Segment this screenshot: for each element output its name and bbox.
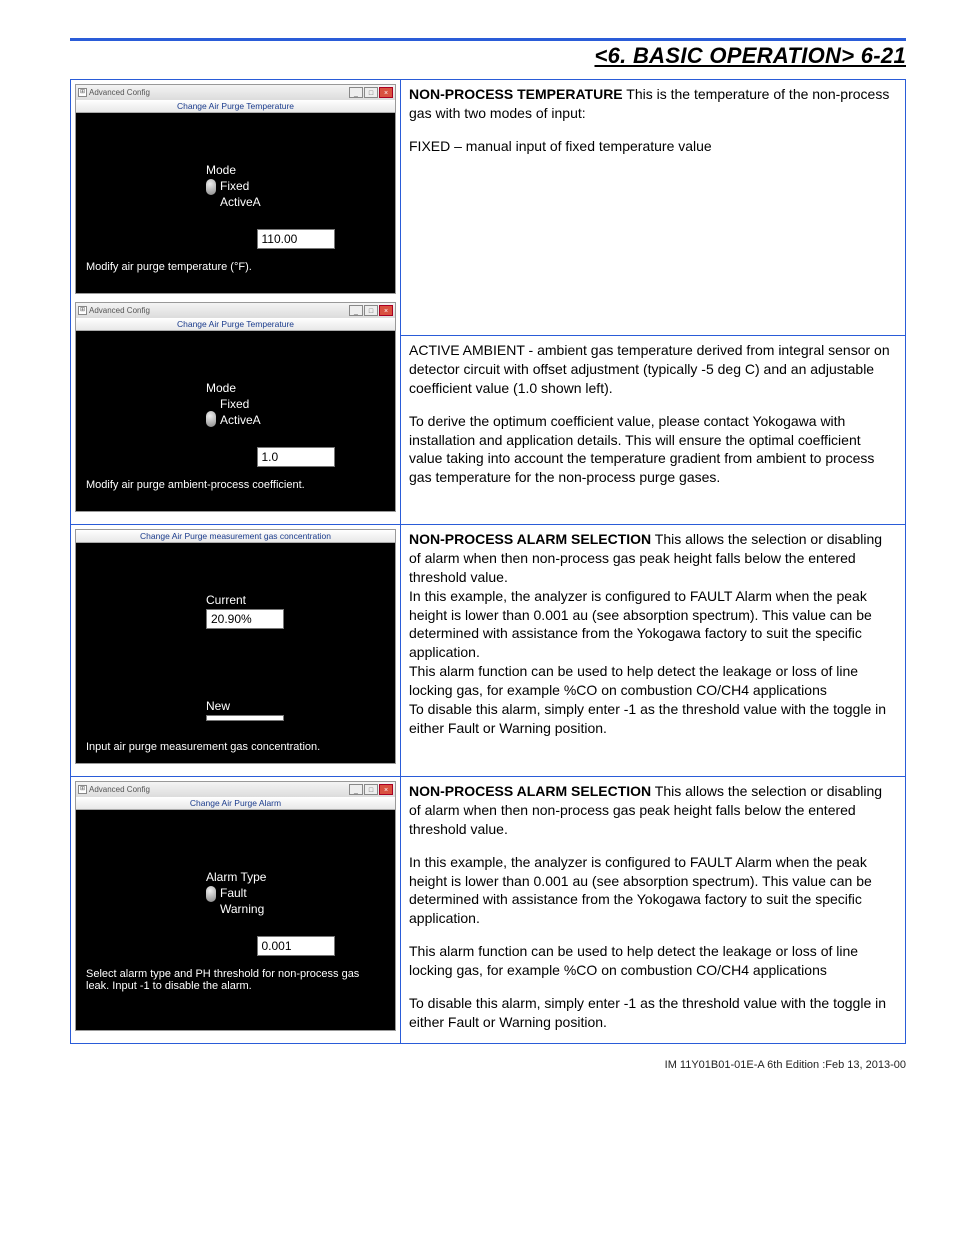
desc-text: To disable this alarm, simply enter -1 a…: [409, 994, 897, 1032]
window-subtitle: Change Air Purge Temperature: [76, 318, 395, 331]
app-icon: ⊞: [78, 306, 87, 315]
minimize-button[interactable]: _: [349, 87, 363, 98]
desc-text: To disable this alarm, simply enter -1 a…: [409, 701, 886, 736]
minimize-button[interactable]: _: [349, 305, 363, 316]
option-activea[interactable]: ActiveA: [220, 195, 261, 209]
caption-text: Modify air purge ambient-process coeffic…: [86, 479, 385, 491]
close-button[interactable]: ×: [379, 784, 393, 795]
page-header: <6. BASIC OPERATION> 6-21: [70, 43, 906, 69]
screenshot-air-purge-temp-active: ⊞Advanced Config _ □ × Change Air Purge …: [75, 302, 396, 512]
toggle-knob-icon[interactable]: [206, 179, 216, 195]
option-fixed[interactable]: Fixed: [220, 397, 261, 411]
header-rule: [70, 38, 906, 41]
screenshot-gas-concentration: Change Air Purge measurement gas concent…: [75, 529, 396, 764]
caption-text: Input air purge measurement gas concentr…: [86, 741, 385, 753]
app-icon: ⊞: [78, 88, 87, 97]
minimize-button[interactable]: _: [349, 784, 363, 795]
new-label: New: [206, 699, 385, 713]
window-subtitle: Change Air Purge measurement gas concent…: [76, 530, 395, 543]
close-button[interactable]: ×: [379, 305, 393, 316]
caption-text: Select alarm type and PH threshold for n…: [86, 968, 385, 992]
page-footer: IM 11Y01B01-01E-A 6th Edition :Feb 13, 2…: [70, 1059, 906, 1071]
content-table: ⊞Advanced Config _ □ × Change Air Purge …: [70, 79, 906, 1044]
desc-text: This alarm function can be used to help …: [409, 663, 858, 698]
maximize-button[interactable]: □: [364, 305, 378, 316]
app-icon: ⊞: [78, 785, 87, 794]
window-titlebar: ⊞Advanced Config _ □ ×: [76, 85, 395, 100]
new-value-input[interactable]: [206, 715, 284, 721]
mode-label: Mode: [206, 163, 385, 177]
option-fixed[interactable]: Fixed: [220, 179, 261, 193]
desc-text: This alarm function can be used to help …: [409, 942, 897, 980]
caption-text: Modify air purge temperature (°F).: [86, 261, 385, 273]
toggle-knob-icon[interactable]: [206, 886, 216, 902]
coefficient-input[interactable]: 1.0: [257, 447, 335, 467]
close-button[interactable]: ×: [379, 87, 393, 98]
screenshot-air-purge-alarm: ⊞Advanced Config _ □ × Change Air Purge …: [75, 781, 396, 1031]
mode-label: Mode: [206, 381, 385, 395]
current-value: 20.90%: [206, 609, 284, 629]
current-label: Current: [206, 593, 385, 607]
desc-text: FIXED – manual input of fixed temperatur…: [409, 137, 897, 156]
window-title: Advanced Config: [89, 88, 150, 97]
section-heading: NON-PROCESS ALARM SELECTION: [409, 531, 651, 547]
alarm-type-label: Alarm Type: [206, 870, 385, 884]
window-subtitle: Change Air Purge Alarm: [76, 797, 395, 810]
window-subtitle: Change Air Purge Temperature: [76, 100, 395, 113]
section-heading: NON-PROCESS TEMPERATURE: [409, 86, 623, 102]
desc-text: ACTIVE AMBIENT - ambient gas temperature…: [409, 341, 897, 398]
window-title: Advanced Config: [89, 306, 150, 315]
window-titlebar: ⊞Advanced Config _ □ ×: [76, 303, 395, 318]
window-titlebar: ⊞Advanced Config _ □ ×: [76, 782, 395, 797]
option-fault[interactable]: Fault: [220, 886, 264, 900]
option-activea[interactable]: ActiveA: [220, 413, 261, 427]
desc-text: In this example, the analyzer is configu…: [409, 588, 872, 661]
section-heading: NON-PROCESS ALARM SELECTION: [409, 783, 651, 799]
desc-text: In this example, the analyzer is configu…: [409, 853, 897, 929]
toggle-knob-icon[interactable]: [206, 411, 216, 427]
window-title: Advanced Config: [89, 785, 150, 794]
maximize-button[interactable]: □: [364, 784, 378, 795]
temperature-input[interactable]: 110.00: [257, 229, 335, 249]
option-warning[interactable]: Warning: [220, 902, 264, 916]
screenshot-air-purge-temp-fixed: ⊞Advanced Config _ □ × Change Air Purge …: [75, 84, 396, 294]
threshold-input[interactable]: 0.001: [257, 936, 335, 956]
desc-text: To derive the optimum coefficient value,…: [409, 412, 897, 488]
maximize-button[interactable]: □: [364, 87, 378, 98]
